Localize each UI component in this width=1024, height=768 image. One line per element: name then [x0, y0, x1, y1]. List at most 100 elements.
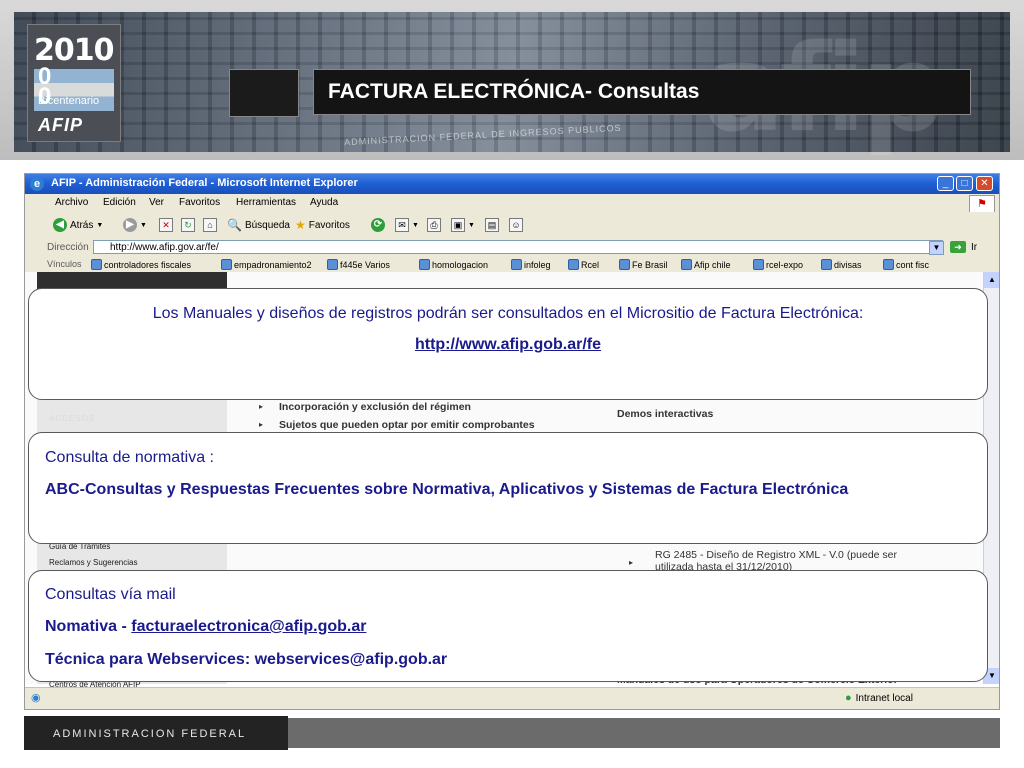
- link-item[interactable]: controladores fiscales: [91, 259, 191, 270]
- links-label: Vínculos: [47, 259, 82, 269]
- search-button[interactable]: 🔍 Búsqueda: [227, 218, 290, 232]
- micrositio-link[interactable]: http://www.afip.gob.ar/fe: [29, 336, 987, 354]
- page-link[interactable]: Incorporación y exclusión del régimen: [279, 401, 471, 413]
- chevron-down-icon: ▼: [140, 221, 147, 229]
- link-item[interactable]: rcel-expo: [753, 259, 803, 270]
- normativa-box: Consulta de normativa : ABC-Consultas y …: [28, 432, 988, 544]
- menu-bar: Archivo Edición Ver Favoritos Herramient…: [25, 194, 999, 213]
- mail-button[interactable]: ✉ ▼: [395, 218, 419, 232]
- manuales-text: Los Manuales y diseños de registros podr…: [152, 305, 864, 322]
- menu-archivo[interactable]: Archivo: [55, 197, 88, 208]
- footer-text: ADMINISTRACION FEDERAL: [53, 728, 247, 740]
- link-label: Rcel: [581, 259, 600, 270]
- link-icon: [511, 259, 522, 270]
- menu-ver[interactable]: Ver: [149, 197, 164, 208]
- status-bar: ◉ ● Intranet local: [25, 687, 999, 709]
- menu-edicion[interactable]: Edición: [103, 197, 136, 208]
- back-label: Atrás: [70, 219, 94, 231]
- chevron-down-icon: ▼: [412, 221, 419, 229]
- tecnica-mail-line: Técnica para Webservices: webservices@af…: [45, 651, 447, 669]
- footer-label-box: ADMINISTRACION FEDERAL: [24, 716, 288, 750]
- link-label: divisas: [834, 259, 862, 270]
- normativa-mail-line: Nomativa - facturaelectronica@afip.gob.a…: [45, 618, 366, 636]
- print-button[interactable]: ⎙: [427, 218, 441, 232]
- footer-bar: [288, 718, 1000, 748]
- title-accent-box: [229, 69, 299, 117]
- address-bar: Dirección http://www.afip.gov.ar/fe/ ▼ ➜…: [25, 238, 999, 258]
- menu-favoritos[interactable]: Favoritos: [179, 197, 220, 208]
- messenger-icon: ☺: [509, 218, 523, 232]
- intranet-icon: ●: [845, 692, 852, 704]
- page-link[interactable]: Demos interactivas: [617, 408, 713, 420]
- link-icon: [419, 259, 430, 270]
- bicentenario-logo: 2010 0 0 Bicentenario AFIP: [27, 24, 121, 142]
- favorites-button[interactable]: ★ Favoritos: [295, 218, 350, 232]
- tecnica-mail-prefix: Técnica para Webservices:: [45, 651, 255, 668]
- forward-button[interactable]: ▶ ▼: [123, 218, 147, 232]
- edit-button[interactable]: ▣ ▼: [451, 218, 475, 232]
- bullet-arrow-icon: ▸: [629, 558, 634, 567]
- stop-icon: ✕: [159, 218, 173, 232]
- address-input[interactable]: http://www.afip.gov.ar/fe/: [93, 240, 943, 254]
- menu-herramientas[interactable]: Herramientas: [236, 197, 296, 208]
- link-item[interactable]: Afip chile: [681, 259, 731, 270]
- page-link[interactable]: RG 2485 - Diseño de Registro XML - V.0 (…: [655, 549, 897, 561]
- back-button[interactable]: ◀ Atrás ▼: [53, 218, 103, 232]
- ie-icon: e: [30, 177, 44, 191]
- mail-icon: ✉: [395, 218, 409, 232]
- link-item[interactable]: cont fisc: [883, 259, 929, 270]
- left-menu-item[interactable]: Reclamos y Sugerencias: [49, 558, 137, 567]
- normativa-mail-prefix: Nomativa -: [45, 618, 132, 635]
- link-label: controladores fiscales: [104, 259, 192, 270]
- link-icon: [821, 259, 832, 270]
- link-item[interactable]: divisas: [821, 259, 862, 270]
- page-title: FACTURA ELECTRÓNICA- Consultas: [328, 80, 700, 103]
- go-arrow-icon[interactable]: ➜: [950, 241, 966, 253]
- link-item[interactable]: empadronamiento2: [221, 259, 312, 270]
- messenger-button[interactable]: ☺: [509, 218, 523, 232]
- link-item[interactable]: infoleg: [511, 259, 551, 270]
- link-item[interactable]: Rcel: [568, 259, 599, 270]
- address-dropdown-icon[interactable]: ▼: [929, 241, 944, 255]
- link-icon: [753, 259, 764, 270]
- header-banner: afip ADMINISTRACION FEDERAL DE INGRESOS …: [0, 0, 1024, 160]
- page-status-icon: ◉: [31, 692, 41, 704]
- link-item[interactable]: f445e Varios: [327, 259, 390, 270]
- manuales-box: Los Manuales y diseños de registros podr…: [28, 288, 988, 400]
- folder-icon: ▤: [485, 218, 499, 232]
- windows-flag-icon: ⚑: [969, 195, 995, 213]
- maximize-button[interactable]: □: [956, 176, 973, 191]
- link-item[interactable]: homologacion: [419, 259, 488, 270]
- search-label: Búsqueda: [244, 219, 290, 231]
- chevron-down-icon: ▼: [96, 221, 104, 229]
- status-zone: ● Intranet local: [845, 692, 913, 704]
- refresh-button[interactable]: ↻: [181, 218, 195, 232]
- background-caption: ADMINISTRACION FEDERAL DE INGRESOS PUBLI…: [343, 122, 622, 148]
- left-menu-item[interactable]: ACCESOS: [49, 414, 95, 423]
- menu-ayuda[interactable]: Ayuda: [310, 197, 338, 208]
- bullet-arrow-icon: ▸: [259, 402, 264, 411]
- discuss-button[interactable]: ▤: [485, 218, 499, 232]
- link-icon: [883, 259, 894, 270]
- link-icon: [327, 259, 338, 270]
- history-icon: ⟳: [371, 218, 385, 232]
- go-label[interactable]: Ir: [971, 242, 977, 253]
- link-label: Afip chile: [694, 259, 731, 270]
- title-bar: FACTURA ELECTRÓNICA- Consultas: [313, 69, 971, 115]
- toolbar: ◀ Atrás ▼ ▶ ▼ ✕ ↻ ⌂ 🔍 Búsqueda ★ Favorit…: [25, 212, 999, 239]
- link-icon: [681, 259, 692, 270]
- stop-button[interactable]: ✕: [159, 218, 173, 232]
- link-label: Fe Brasil: [632, 259, 668, 270]
- home-button[interactable]: ⌂: [203, 218, 217, 232]
- page-link[interactable]: Sujetos que pueden optar por emitir comp…: [279, 419, 535, 431]
- scroll-up-icon[interactable]: ▲: [984, 272, 999, 288]
- mail-label: Consultas vía mail: [45, 586, 176, 603]
- minimize-button[interactable]: _: [937, 176, 954, 191]
- close-button[interactable]: ✕: [976, 176, 993, 191]
- normativa-email-link[interactable]: facturaelectronica@afip.gob.ar: [131, 618, 366, 635]
- back-arrow-icon: ◀: [53, 218, 67, 232]
- tecnica-email[interactable]: webservices@afip.gob.ar: [255, 651, 448, 668]
- links-bar: Vínculos controladores fiscales empadron…: [25, 257, 999, 273]
- history-button[interactable]: ⟳: [371, 218, 385, 232]
- link-item[interactable]: Fe Brasil: [619, 259, 668, 270]
